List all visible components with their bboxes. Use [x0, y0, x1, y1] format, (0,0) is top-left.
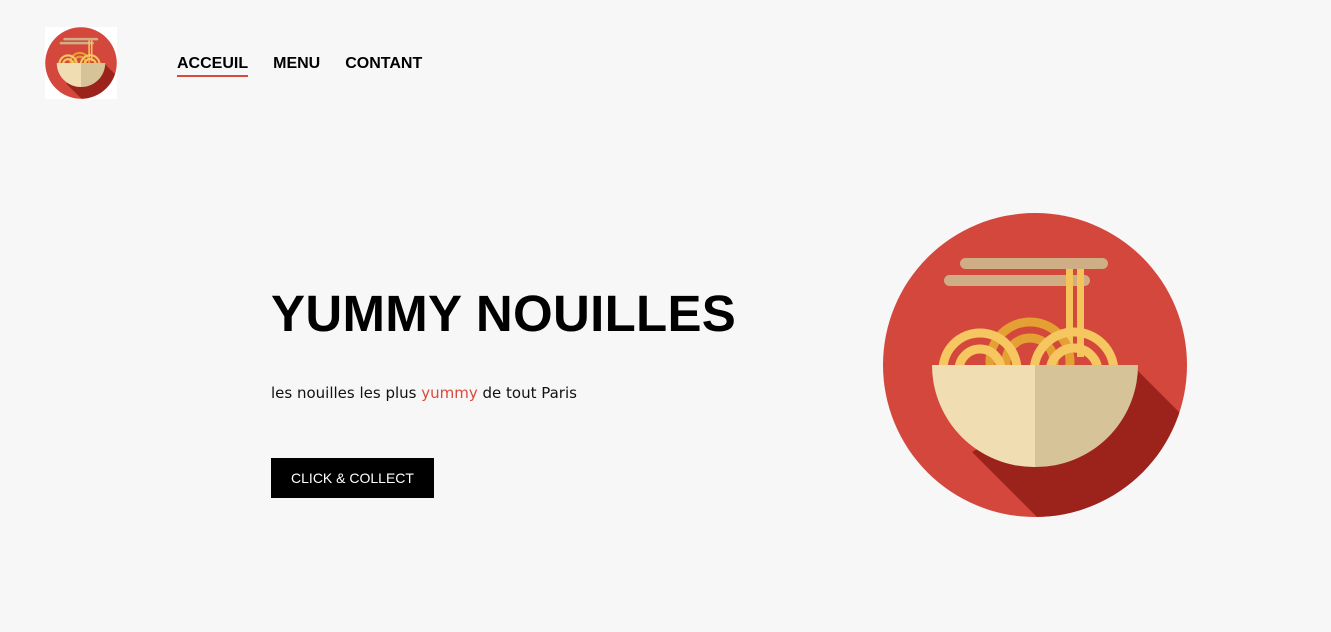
- noodle-bowl-icon: [45, 27, 117, 99]
- nav-item-menu[interactable]: MENU: [273, 54, 320, 77]
- nav-item-contant[interactable]: CONTANT: [345, 54, 422, 77]
- site-logo[interactable]: [45, 27, 117, 99]
- page: ACCEUIL MENU CONTANT YUMMY NOUILLES les …: [0, 0, 1331, 632]
- hero-subtitle-accent: yummy: [421, 384, 478, 402]
- main-nav: ACCEUIL MENU CONTANT: [177, 54, 422, 77]
- nav-item-acceuil[interactable]: ACCEUIL: [177, 54, 249, 77]
- hero-subtitle-after: de tout Paris: [477, 384, 577, 402]
- hero-title: YUMMY NOUILLES: [271, 285, 737, 342]
- hero-illustration: [882, 212, 1188, 518]
- hero-subtitle-before: les nouilles les plus: [271, 384, 422, 402]
- noodle-bowl-icon: [883, 213, 1187, 517]
- hero-subtitle: les nouilles les plus yummy de tout Pari…: [271, 383, 577, 403]
- click-and-collect-button[interactable]: CLICK & COLLECT: [271, 458, 434, 498]
